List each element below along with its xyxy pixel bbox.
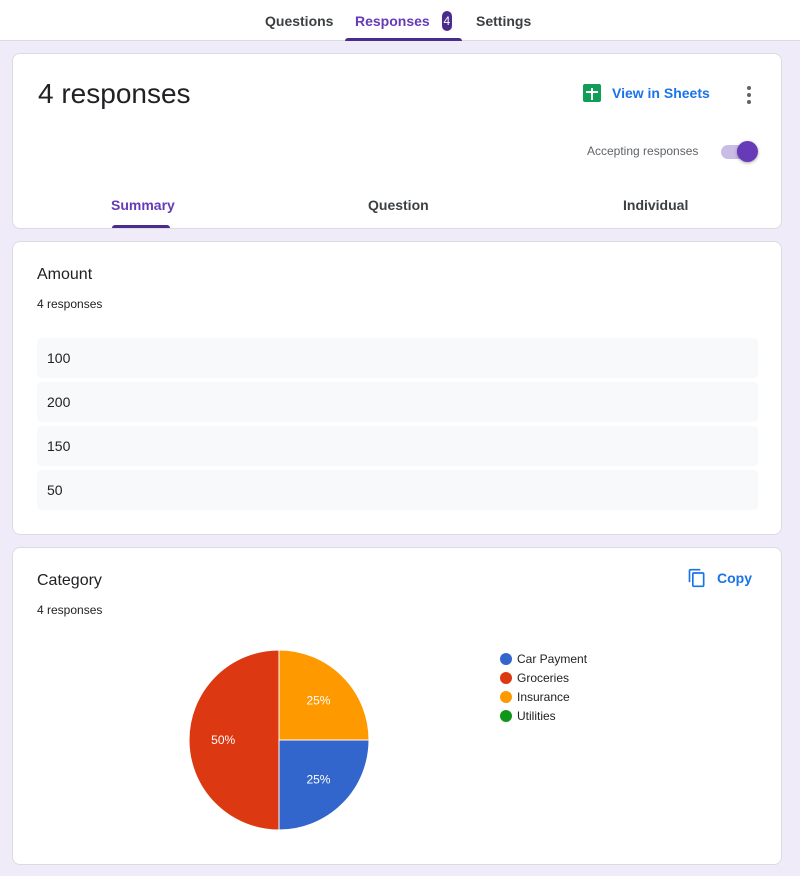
legend-label: Insurance — [517, 689, 570, 704]
question-card-category: Category 4 responses Copy 25% 25% 50% Car … — [12, 547, 782, 865]
tab-label: Responses — [355, 12, 430, 29]
tab-questions[interactable]: Questions — [265, 0, 333, 41]
accepting-responses-label: Accepting responses — [587, 144, 699, 158]
more-vert-icon — [747, 85, 751, 90]
subtab-individual[interactable]: Individual — [623, 197, 688, 213]
more-vert-dot — [747, 92, 751, 97]
active-subtab-indicator — [112, 225, 170, 228]
accepting-responses-toggle[interactable] — [719, 140, 759, 162]
response-item: 50 — [37, 470, 758, 510]
legend-swatch — [500, 690, 512, 703]
response-item: 150 — [37, 426, 758, 466]
responses-header-card: 4 responses View in Sheets Accepting res… — [12, 53, 782, 229]
view-in-sheets-label: View in Sheets — [612, 85, 710, 101]
view-in-sheets-button[interactable]: View in Sheets — [583, 84, 710, 102]
legend-swatch — [500, 709, 512, 722]
legend-item: Utilities — [500, 706, 587, 725]
active-tab-indicator — [345, 38, 462, 41]
tab-responses[interactable]: Responses 4 — [345, 0, 462, 41]
top-nav: Questions Responses 4 Settings — [0, 0, 800, 41]
more-vert-dot — [747, 100, 751, 105]
subtab-question[interactable]: Question — [368, 197, 429, 213]
legend-label: Utilities — [517, 708, 556, 723]
response-count: 4 responses — [37, 603, 103, 617]
more-options-button[interactable] — [741, 84, 757, 106]
legend-label: Car Payment — [517, 651, 588, 666]
pie-slice-label: 50% — [211, 733, 235, 747]
question-card-amount: Amount 4 responses 100 200 150 50 — [12, 241, 782, 535]
pie-slice-label: 25% — [306, 694, 330, 708]
copy-icon — [688, 568, 705, 588]
question-title: Category — [37, 572, 102, 589]
legend-swatch — [500, 671, 512, 684]
pie-slice-label: 25% — [306, 772, 330, 786]
sheets-icon — [583, 84, 601, 102]
response-count: 4 responses — [37, 297, 103, 311]
legend-item: Insurance — [500, 687, 587, 706]
toggle-thumb — [737, 141, 758, 162]
response-item: 200 — [37, 382, 758, 422]
legend-label: Groceries — [517, 670, 570, 685]
tab-settings[interactable]: Settings — [476, 0, 531, 41]
page-title: 4 responses — [38, 78, 191, 109]
copy-label: Copy — [717, 570, 752, 586]
tab-label: Settings — [476, 12, 532, 29]
response-count-badge: 4 — [441, 10, 452, 31]
legend-item: Car Payment — [500, 649, 587, 668]
response-item: 100 — [37, 338, 758, 378]
legend-swatch — [500, 652, 512, 665]
legend-item: Groceries — [500, 668, 587, 687]
category-pie-chart: 25% 25% 50% — [188, 649, 370, 831]
subtab-summary[interactable]: Summary — [111, 197, 175, 213]
copy-chart-button[interactable]: Copy — [687, 568, 752, 588]
tab-label: Questions — [265, 12, 334, 29]
question-title: Amount — [37, 266, 93, 283]
chart-legend: Car Payment Groceries Insurance Utilities — [500, 649, 587, 725]
